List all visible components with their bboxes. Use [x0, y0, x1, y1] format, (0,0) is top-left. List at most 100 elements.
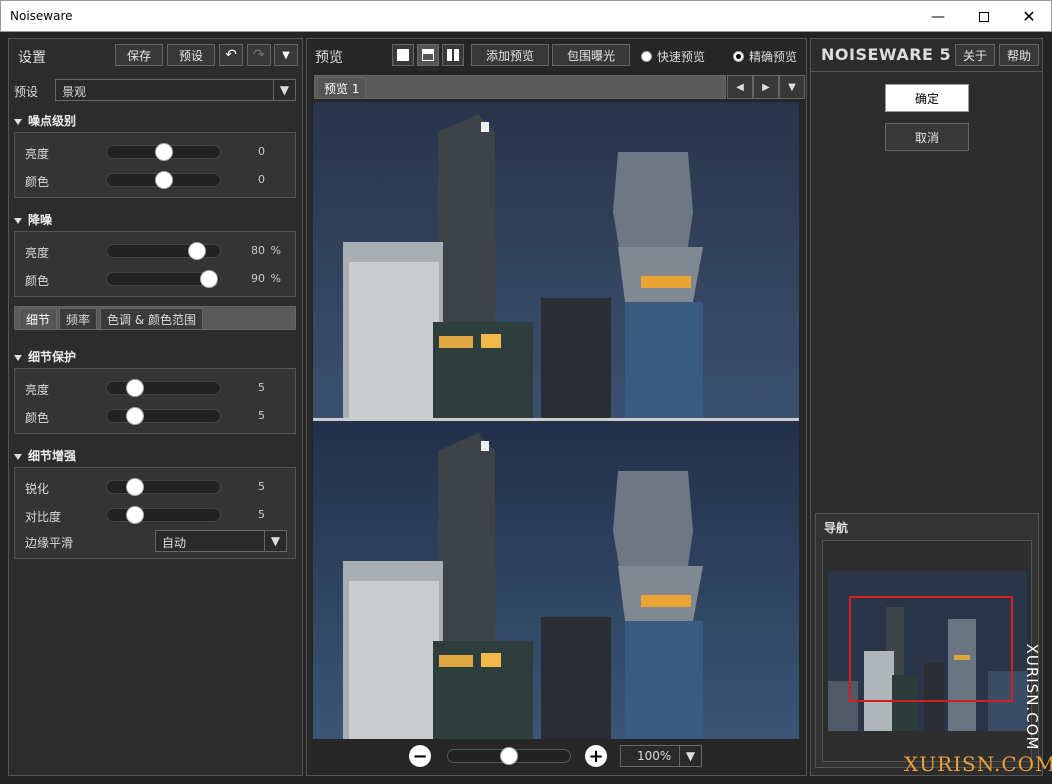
- protect-color-value: 5: [258, 409, 265, 422]
- tab-next-button[interactable]: ▶: [753, 75, 779, 99]
- window-title: Noiseware: [10, 9, 73, 23]
- tab-preview-1[interactable]: 预览 1: [317, 77, 367, 99]
- noise-color-value: 0: [258, 173, 265, 186]
- chevron-down-icon: ▼: [788, 81, 796, 93]
- noise-color-slider[interactable]: [106, 171, 221, 189]
- noiseware-logo: NOISEWARE 5: [821, 45, 952, 64]
- protect-color-slider[interactable]: [106, 407, 221, 425]
- contrast-value: 5: [258, 508, 265, 521]
- collapse-icon: [14, 118, 22, 125]
- help-button[interactable]: 帮助: [999, 44, 1039, 66]
- denoise-luma-value: 80: [251, 244, 265, 257]
- denoise-luma-unit: %: [270, 244, 281, 257]
- close-button[interactable]: ✕: [1006, 1, 1052, 32]
- plus-icon: +: [588, 745, 604, 767]
- slider-knob[interactable]: [126, 506, 145, 524]
- zoom-in-button[interactable]: +: [585, 745, 607, 767]
- zoom-slider[interactable]: [447, 747, 571, 765]
- minimize-button[interactable]: —: [915, 1, 961, 32]
- minimize-icon: —: [931, 8, 945, 25]
- single-view-button[interactable]: [392, 44, 414, 66]
- chevron-left-icon: ◀: [736, 81, 744, 93]
- contrast-label: 对比度: [25, 510, 62, 524]
- detail-protect-title: 细节保护: [28, 350, 77, 364]
- redo-icon: ↷: [253, 47, 265, 63]
- denoise-color-value: 90: [251, 272, 265, 285]
- title-bar: Noiseware — ✕: [0, 0, 1052, 32]
- radio-checked-icon: [733, 51, 744, 62]
- undo-button[interactable]: ↶: [219, 44, 243, 66]
- denoise-color-slider[interactable]: [106, 270, 221, 288]
- tab-frequency[interactable]: 频率: [59, 308, 98, 330]
- protect-luma-slider[interactable]: [106, 379, 221, 397]
- bottom-watermark: XURISN.COM: [904, 752, 1052, 776]
- minus-icon: −: [412, 745, 428, 767]
- denoise-box: 亮度 80 % 颜色 90 %: [14, 231, 296, 297]
- zoom-out-button[interactable]: −: [409, 745, 431, 767]
- add-preview-button[interactable]: 添加预览: [471, 44, 549, 66]
- side-watermark: XURISN.COM: [1020, 632, 1044, 772]
- edge-smooth-select[interactable]: 自动 ▼: [155, 530, 287, 552]
- slider-knob[interactable]: [154, 143, 173, 161]
- tab-tone-color-range[interactable]: 色调 & 颜色范围: [100, 308, 203, 330]
- maximize-button[interactable]: [961, 1, 1007, 32]
- precise-preview-radio[interactable]: 精确预览: [733, 48, 797, 65]
- detail-protect-box: 亮度 5 颜色 5: [14, 368, 296, 434]
- fast-preview-label: 快速预览: [657, 50, 706, 64]
- split-vertical-button[interactable]: [442, 44, 464, 66]
- radio-icon: [641, 51, 652, 62]
- cancel-button[interactable]: 取消: [885, 123, 969, 151]
- slider-knob[interactable]: [199, 270, 218, 288]
- city-skyline-denoised-image: [313, 421, 799, 739]
- slider-knob[interactable]: [126, 478, 145, 496]
- detail-protect-header[interactable]: 细节保护: [14, 348, 76, 365]
- preview-denoised[interactable]: [313, 421, 799, 739]
- tab-menu-button[interactable]: ▼: [779, 75, 805, 99]
- slider-knob[interactable]: [126, 379, 145, 397]
- slider-knob[interactable]: [154, 171, 173, 189]
- noise-level-header[interactable]: 噪点级别: [14, 112, 76, 129]
- denoise-header[interactable]: 降噪: [14, 211, 52, 228]
- split-horizontal-button[interactable]: [417, 44, 439, 66]
- close-icon: ✕: [1022, 7, 1036, 26]
- noise-level-title: 噪点级别: [28, 114, 77, 128]
- split-horizontal-icon: [422, 49, 434, 61]
- preview-tabs: 预览 1: [314, 75, 726, 99]
- noise-luma-value: 0: [258, 145, 265, 158]
- denoise-luma-slider[interactable]: [106, 242, 221, 260]
- save-button[interactable]: 保存: [115, 44, 163, 66]
- ok-button[interactable]: 确定: [885, 84, 969, 112]
- navigator-thumbnail[interactable]: [828, 571, 1028, 731]
- slider-knob[interactable]: [188, 242, 207, 260]
- redo-button[interactable]: ↷: [247, 44, 271, 66]
- slider-knob[interactable]: [126, 407, 145, 425]
- undo-icon: ↶: [225, 47, 237, 63]
- preset-button[interactable]: 预设: [167, 44, 215, 66]
- preview-title: 预览: [315, 50, 343, 66]
- sharpen-slider[interactable]: [106, 478, 221, 496]
- tab-detail[interactable]: 细节: [19, 308, 58, 330]
- chevron-right-icon: ▶: [762, 81, 770, 93]
- about-button[interactable]: 关于: [955, 44, 995, 66]
- denoise-color-label: 颜色: [25, 274, 50, 288]
- contrast-slider[interactable]: [106, 506, 221, 524]
- single-view-icon: [397, 49, 409, 61]
- zoom-select[interactable]: 100% ▼: [620, 745, 702, 767]
- fast-preview-radio[interactable]: 快速预览: [641, 48, 705, 65]
- maximize-icon: [979, 11, 989, 22]
- precise-preview-label: 精确预览: [749, 50, 798, 64]
- noise-level-box: 亮度 0 颜色 0: [14, 132, 296, 198]
- detail-enhance-title: 细节增强: [28, 449, 77, 463]
- detail-enhance-header[interactable]: 细节增强: [14, 447, 76, 464]
- noise-luma-slider[interactable]: [106, 143, 221, 161]
- protect-luma-label: 亮度: [25, 383, 50, 397]
- collapse-icon: [14, 354, 22, 361]
- slider-knob[interactable]: [500, 747, 518, 765]
- denoise-luma-label: 亮度: [25, 246, 50, 260]
- right-panel: NOISEWARE 5 关于 帮助 确定 取消 导航: [810, 38, 1043, 776]
- tab-prev-button[interactable]: ◀: [727, 75, 753, 99]
- panel-menu-button[interactable]: ▼: [274, 44, 298, 66]
- envelope-exposure-button[interactable]: 包围曝光: [552, 44, 630, 66]
- preview-original[interactable]: [313, 102, 799, 418]
- preset-select[interactable]: 景观 ▼: [55, 79, 296, 101]
